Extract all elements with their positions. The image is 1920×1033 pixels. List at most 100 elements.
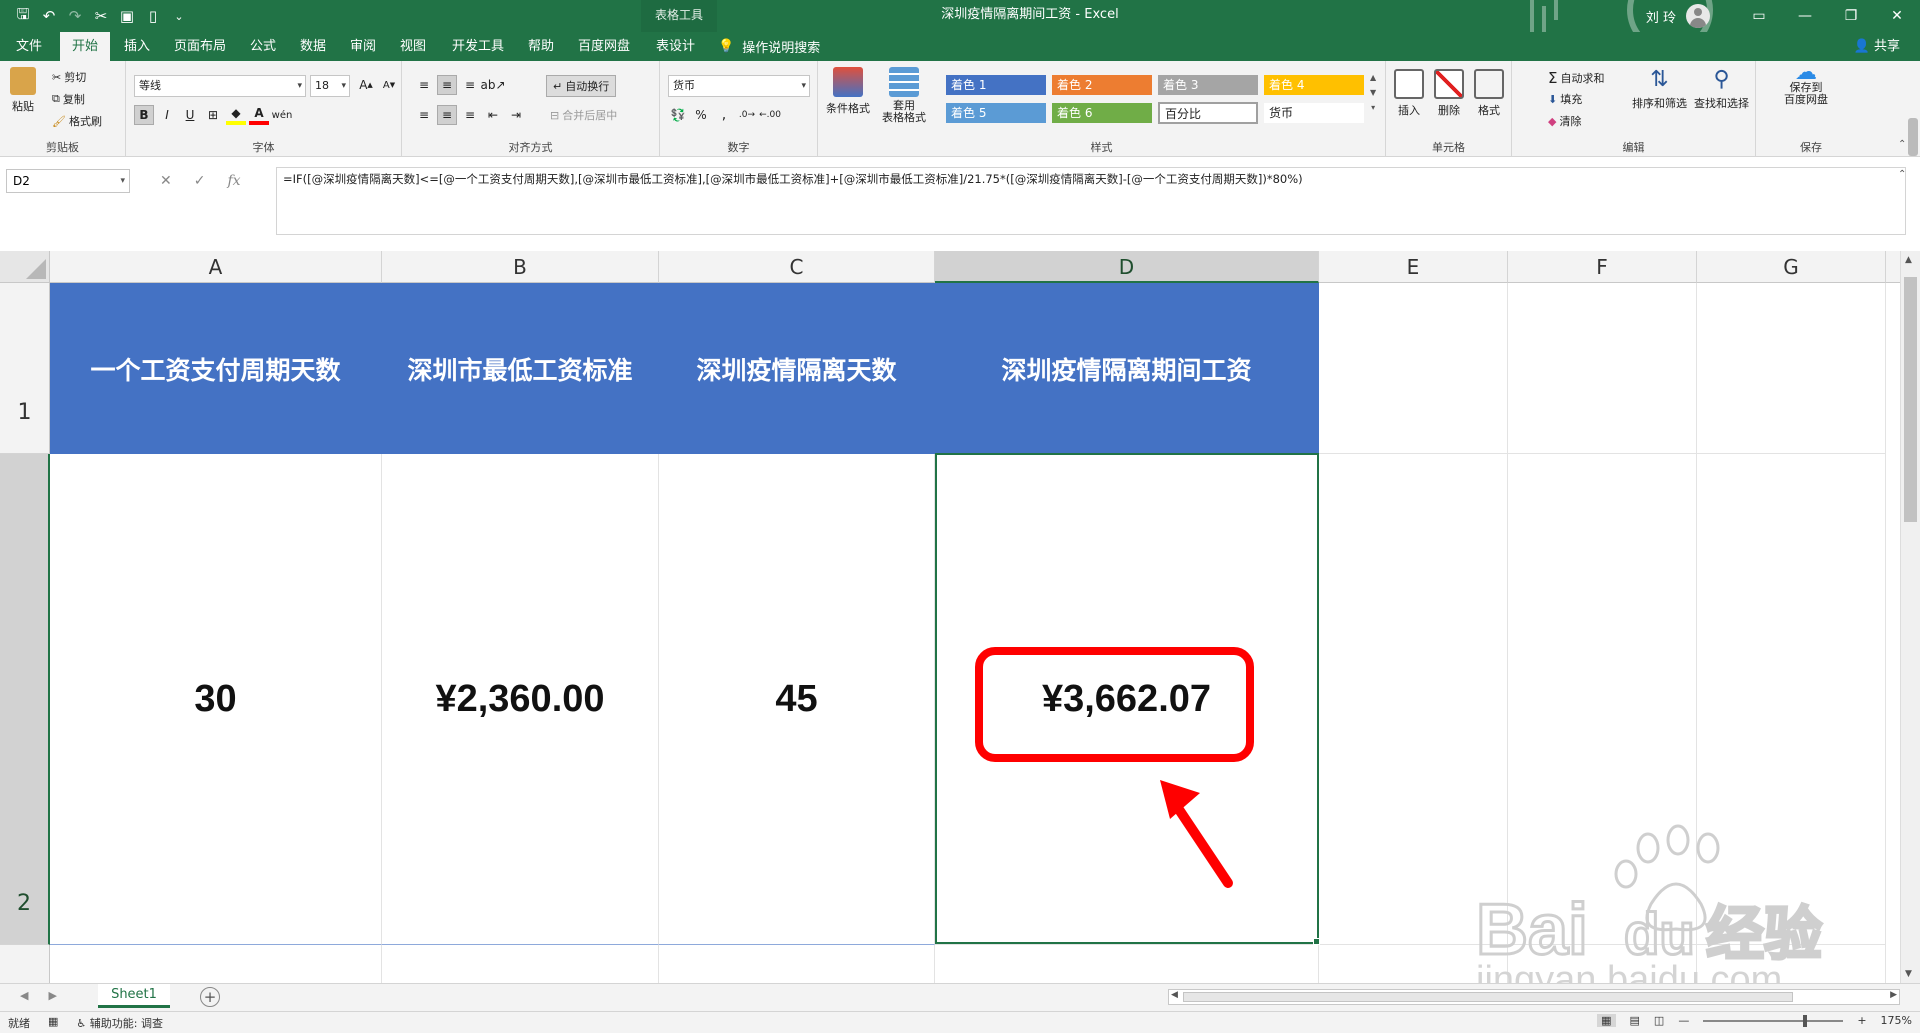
user-account[interactable]: 刘 玲: [1646, 0, 1710, 32]
column-header-d[interactable]: D: [935, 251, 1319, 283]
tab-formulas[interactable]: 公式: [238, 32, 288, 61]
cell-d3[interactable]: [935, 945, 1319, 983]
header-cell-b1[interactable]: 深圳市最低工资标准: [382, 283, 659, 454]
ribbon-scrollbar[interactable]: [1908, 118, 1918, 156]
next-sheet-icon[interactable]: ▶: [48, 989, 56, 1002]
tell-me-search[interactable]: 💡 操作说明搜索: [718, 32, 820, 61]
cell-a2[interactable]: 30: [50, 454, 382, 945]
align-left-icon[interactable]: ≡: [414, 105, 434, 125]
number-format-select[interactable]: 货币: [668, 75, 810, 97]
formula-input[interactable]: =IF([@深圳疫情隔离天数]<=[@一个工资支付周期天数],[@深圳市最低工资…: [276, 167, 1906, 235]
accessibility-status[interactable]: ♿ 辅助功能: 调查: [76, 1015, 163, 1031]
cell-e2[interactable]: [1319, 454, 1508, 945]
phonetic-icon[interactable]: wén: [272, 105, 293, 125]
horizontal-scroll-thumb[interactable]: [1183, 992, 1793, 1002]
insert-cells-button[interactable]: 插入: [1394, 69, 1424, 118]
row-header-2[interactable]: 2: [0, 454, 50, 945]
share-button[interactable]: 👤 共享: [1854, 32, 1900, 61]
percent-icon[interactable]: %: [691, 105, 711, 125]
comma-icon[interactable]: ,: [714, 105, 734, 125]
style-accent-5[interactable]: 着色 5: [946, 103, 1046, 123]
header-cell-d1[interactable]: 深圳疫情隔离期间工资: [935, 283, 1319, 454]
fill-color-icon[interactable]: ◆: [226, 105, 246, 125]
cell-e1[interactable]: [1319, 283, 1508, 454]
redo-icon[interactable]: ↷: [62, 3, 88, 29]
autosum-button[interactable]: Σ 自动求和: [1548, 69, 1604, 87]
scroll-right-icon[interactable]: ▶: [1890, 990, 1897, 1000]
column-header-next[interactable]: [1886, 251, 1900, 283]
cut-button[interactable]: ✂ 剪切: [52, 69, 86, 85]
new-icon[interactable]: ▯: [140, 3, 166, 29]
decrease-indent-icon[interactable]: ⇤: [483, 105, 503, 125]
underline-icon[interactable]: U: [180, 105, 200, 125]
select-all-button[interactable]: [0, 251, 50, 283]
font-color-icon[interactable]: A: [249, 105, 269, 125]
horizontal-scrollbar[interactable]: ◀ ▶: [1168, 989, 1900, 1005]
tab-baidu-netdisk[interactable]: 百度网盘: [566, 32, 642, 61]
insert-function-icon[interactable]: fx: [227, 173, 240, 189]
zoom-out-icon[interactable]: —: [1678, 1014, 1689, 1027]
cell-b2[interactable]: ¥2,360.00: [382, 454, 659, 945]
save-as-icon[interactable]: ▣: [114, 3, 140, 29]
cell-d2[interactable]: ¥3,662.07: [935, 454, 1319, 945]
zoom-slider[interactable]: [1703, 1014, 1844, 1027]
shrink-font-icon[interactable]: A ▼: [379, 75, 399, 95]
page-break-view-icon[interactable]: ◫: [1654, 1014, 1664, 1027]
accounting-icon[interactable]: 💱: [668, 105, 688, 125]
avatar[interactable]: [1686, 4, 1710, 28]
tab-developer[interactable]: 开发工具: [440, 32, 516, 61]
italic-icon[interactable]: I: [157, 105, 177, 125]
format-painter-button[interactable]: 🖌 格式刷: [52, 113, 102, 129]
expand-formula-icon[interactable]: ⌃: [1898, 169, 1906, 180]
decrease-decimal-icon[interactable]: ←.00: [759, 105, 781, 125]
zoom-in-icon[interactable]: +: [1857, 1014, 1866, 1027]
ribbon-display-icon[interactable]: ▭: [1736, 0, 1782, 32]
increase-indent-icon[interactable]: ⇥: [506, 105, 526, 125]
merge-center-button[interactable]: ⊟ 合并后居中: [550, 107, 617, 123]
cell-c3[interactable]: [659, 945, 935, 983]
gallery-up-icon[interactable]: ▲: [1370, 73, 1376, 82]
style-accent-3[interactable]: 着色 3: [1158, 75, 1258, 95]
cancel-icon[interactable]: ✕: [160, 173, 172, 189]
format-as-table-button[interactable]: 套用 表格格式: [878, 67, 930, 124]
tab-file[interactable]: 文件: [4, 32, 54, 61]
undo-icon[interactable]: ↶: [36, 3, 62, 29]
header-cell-c1[interactable]: 深圳疫情隔离天数: [659, 283, 935, 454]
cell-a3[interactable]: [50, 945, 382, 983]
wrap-text-button[interactable]: ↵ 自动换行: [546, 75, 617, 97]
style-currency[interactable]: 货币: [1264, 103, 1364, 123]
align-middle-icon[interactable]: ≡: [437, 75, 457, 95]
scroll-up-icon[interactable]: ▲: [1905, 255, 1912, 265]
cell-f2[interactable]: [1508, 454, 1697, 945]
page-layout-view-icon[interactable]: ▤: [1630, 1014, 1640, 1027]
restore-icon[interactable]: ❐: [1828, 0, 1874, 32]
cell-f3[interactable]: [1508, 945, 1697, 983]
sheet-tab[interactable]: Sheet1: [98, 984, 170, 1008]
tab-data[interactable]: 数据: [288, 32, 338, 61]
format-cells-button[interactable]: 格式: [1474, 69, 1504, 118]
paste-button[interactable]: 粘贴: [10, 67, 36, 114]
save-to-baidu-button[interactable]: ☁ 保存到 百度网盘: [1784, 62, 1828, 106]
font-size-select[interactable]: 18: [310, 75, 350, 97]
add-sheet-icon[interactable]: +: [200, 987, 220, 1007]
copy-button[interactable]: ⧉ 复制: [52, 91, 85, 107]
tab-review[interactable]: 审阅: [338, 32, 388, 61]
fill-button[interactable]: ⬇ 填充: [1548, 91, 1582, 107]
tab-view[interactable]: 视图: [388, 32, 438, 61]
zoom-slider-knob[interactable]: [1803, 1014, 1808, 1027]
cell-g1[interactable]: [1697, 283, 1886, 454]
row-header-1[interactable]: 1: [0, 283, 50, 454]
clear-button[interactable]: ◆ 清除: [1548, 113, 1581, 129]
grow-font-icon[interactable]: A ▲: [356, 75, 376, 95]
vertical-scrollbar[interactable]: ▲ ▼: [1900, 251, 1920, 983]
conditional-format-button[interactable]: 条件格式: [826, 67, 870, 116]
align-bottom-icon[interactable]: ≡: [460, 75, 480, 95]
tab-home[interactable]: 开始: [60, 32, 111, 61]
macro-record-icon[interactable]: ▦: [48, 1015, 58, 1031]
collapse-ribbon-icon[interactable]: ⌃: [1898, 139, 1906, 150]
tab-page-layout[interactable]: 页面布局: [162, 32, 238, 61]
fill-handle[interactable]: [1313, 938, 1320, 945]
font-name-select[interactable]: 等线: [134, 75, 306, 97]
gallery-down-icon[interactable]: ▼: [1370, 88, 1376, 97]
cell-g2[interactable]: [1697, 454, 1886, 945]
